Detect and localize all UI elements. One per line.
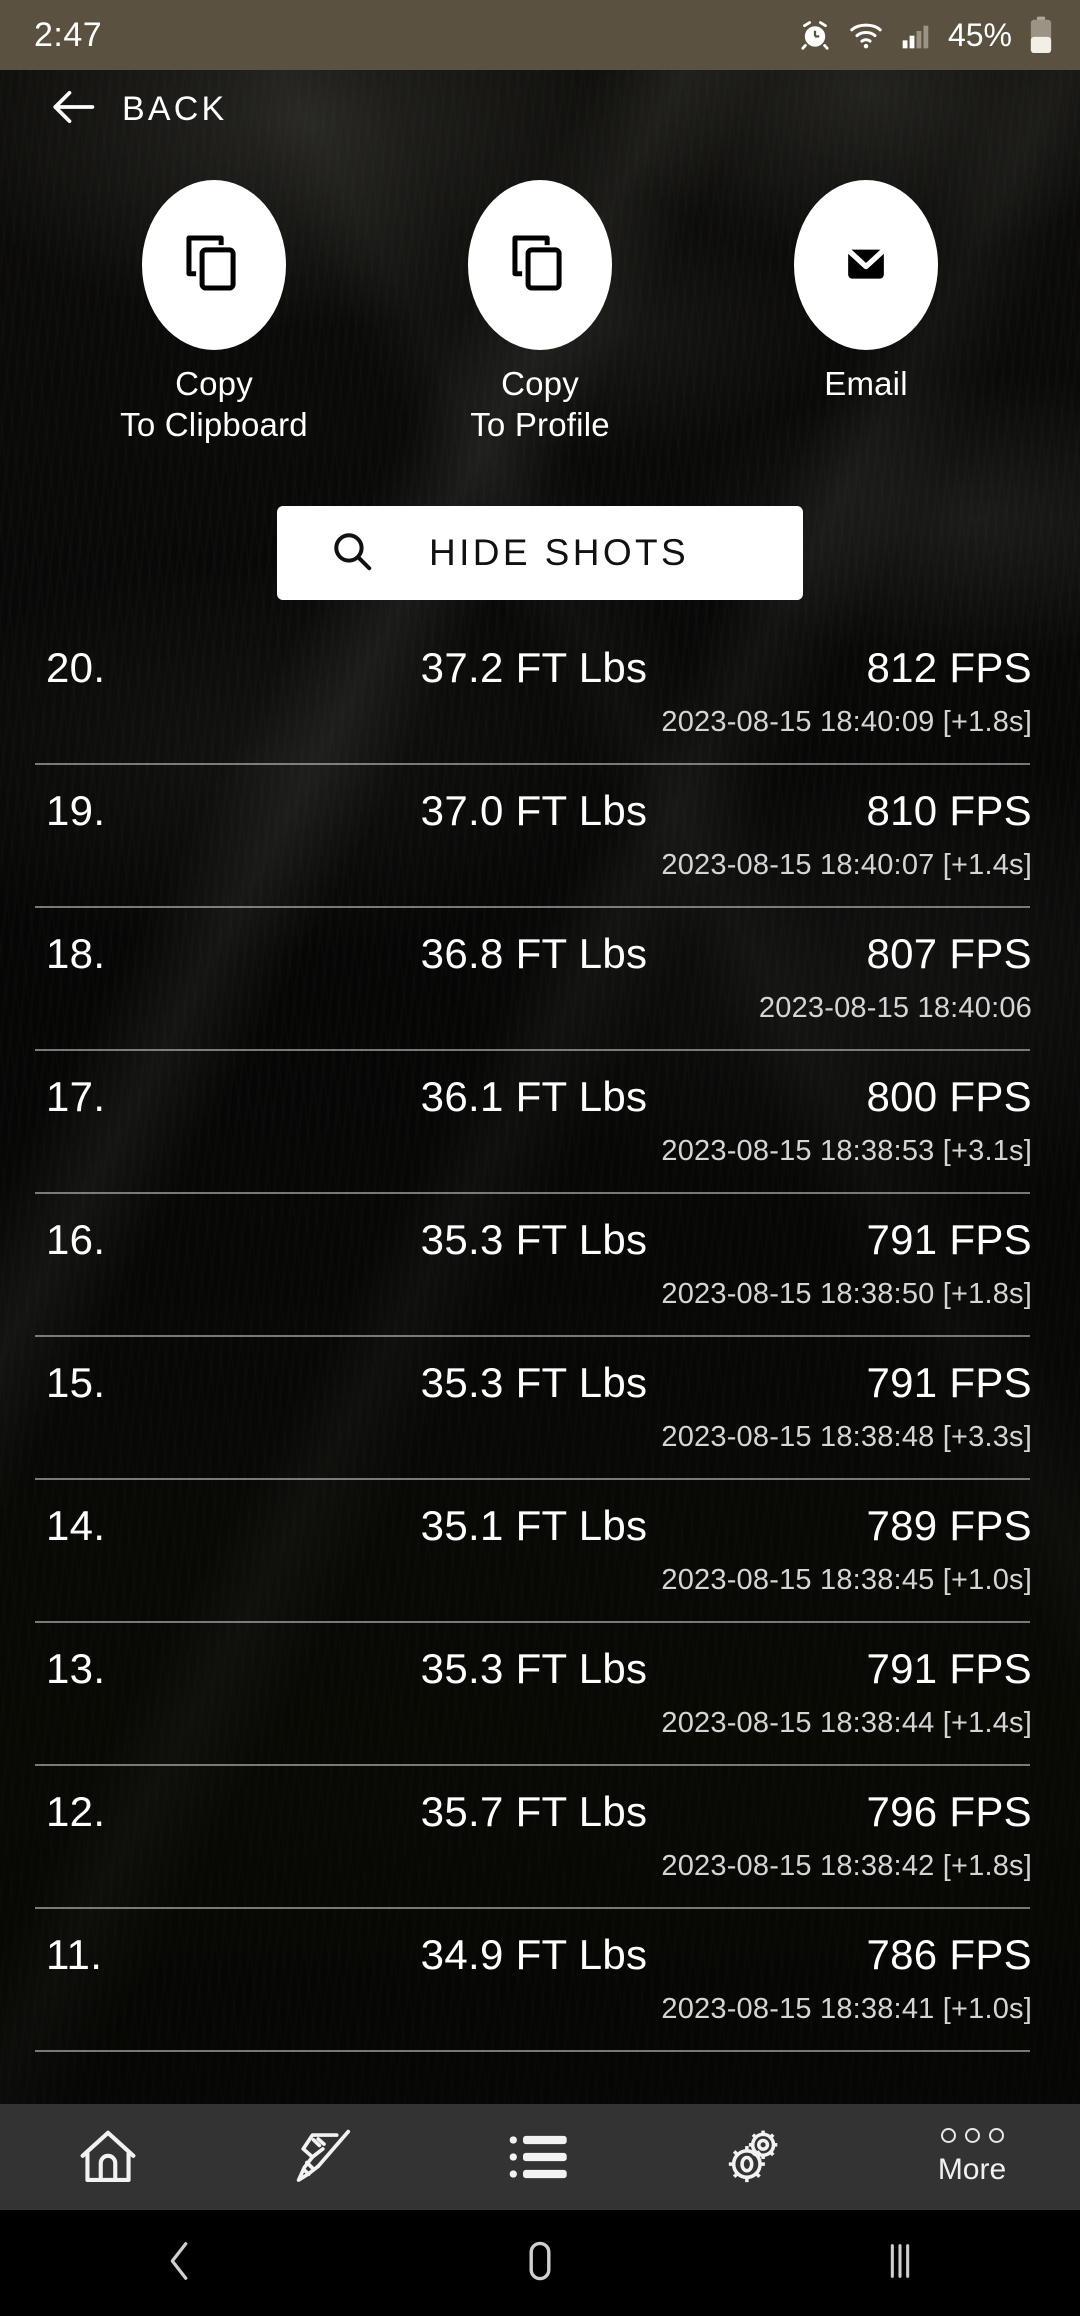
tab-more-label[interactable]: More	[938, 2153, 1006, 2187]
table-row[interactable]: 18. 36.8 FT Lbs 807 FPS 2023-08-15 18:40…	[0, 908, 1080, 1051]
android-nav-bar	[0, 2210, 1080, 2316]
envelope-icon	[837, 234, 895, 297]
shot-row-main: 20. 37.2 FT Lbs 812 FPS	[0, 644, 1080, 698]
copy-icon	[509, 232, 571, 299]
action-button-row: Copy To Clipboard Copy To Profile Email	[0, 180, 1080, 446]
shot-timestamp: 2023-08-15 18:38:50 [+1.8s]	[661, 1278, 1032, 1310]
shot-timestamp: 2023-08-15 18:40:09 [+1.8s]	[661, 706, 1032, 738]
email-button[interactable]: Email	[741, 180, 991, 446]
shot-speed: 810 FPS	[866, 787, 1032, 834]
shot-timestamp: 2023-08-15 18:38:41 [+1.0s]	[661, 1993, 1032, 2025]
arrow-left-icon[interactable]	[50, 87, 96, 132]
search-icon	[329, 528, 375, 579]
status-bar-clock: 2:47	[34, 15, 103, 54]
email-label-line1: Email	[824, 365, 908, 402]
nav-home-icon[interactable]	[519, 2237, 561, 2290]
alarm-icon	[798, 18, 832, 52]
shot-row-main: 12. 35.7 FT Lbs 796 FPS	[0, 1788, 1080, 1842]
nav-back-icon[interactable]	[159, 2238, 201, 2289]
shot-row-main: 16. 35.3 FT Lbs 791 FPS	[0, 1216, 1080, 1270]
copy-to-clipboard-label-line1: Copy	[175, 365, 253, 402]
tab-home[interactable]	[0, 2128, 216, 2186]
battery-percent-label: 45%	[947, 16, 1012, 53]
home-icon[interactable]	[75, 2128, 141, 2186]
shot-list[interactable]: 20. 37.2 FT Lbs 812 FPS 2023-08-15 18:40…	[0, 622, 1080, 2052]
battery-icon	[1028, 16, 1054, 54]
copy-icon	[183, 232, 245, 299]
shot-timestamp: 2023-08-15 18:40:06	[758, 992, 1032, 1024]
status-bar: 2:47 45%	[0, 0, 1080, 70]
rifle-icon[interactable]	[290, 2127, 358, 2187]
copy-to-clipboard-label-line2: To Clipboard	[120, 405, 308, 443]
table-row[interactable]: 19. 37.0 FT Lbs 810 FPS 2023-08-15 18:40…	[0, 765, 1080, 908]
email-circle[interactable]	[794, 180, 938, 350]
shot-speed: 800 FPS	[866, 1073, 1032, 1120]
shot-row-main: 19. 37.0 FT Lbs 810 FPS	[0, 787, 1080, 841]
table-row[interactable]: 20. 37.2 FT Lbs 812 FPS 2023-08-15 18:40…	[0, 622, 1080, 765]
tab-settings[interactable]	[648, 2126, 864, 2188]
copy-to-clipboard-button[interactable]: Copy To Clipboard	[89, 180, 339, 446]
more-dot	[964, 2127, 980, 2143]
gears-icon[interactable]	[723, 2126, 789, 2188]
shot-row-main: 11. 34.9 FT Lbs 786 FPS	[0, 1931, 1080, 1985]
shot-timestamp: 2023-08-15 18:38:48 [+3.3s]	[661, 1421, 1032, 1453]
app-screen: 2:47 45% BACK Copy To Clipboard Copy To …	[0, 0, 1080, 2316]
table-row[interactable]: 15. 35.3 FT Lbs 791 FPS 2023-08-15 18:38…	[0, 1337, 1080, 1480]
table-row[interactable]: 13. 35.3 FT Lbs 791 FPS 2023-08-15 18:38…	[0, 1623, 1080, 1766]
tab-more[interactable]: More	[864, 2127, 1080, 2187]
shot-row-main: 18. 36.8 FT Lbs 807 FPS	[0, 930, 1080, 984]
tab-rifle[interactable]	[216, 2127, 432, 2187]
shot-speed: 789 FPS	[866, 1502, 1032, 1549]
nav-home-button[interactable]	[360, 2237, 720, 2290]
nav-recents-icon[interactable]	[879, 2238, 921, 2289]
shot-timestamp: 2023-08-15 18:38:42 [+1.8s]	[661, 1850, 1032, 1882]
table-row[interactable]: 16. 35.3 FT Lbs 791 FPS 2023-08-15 18:38…	[0, 1194, 1080, 1337]
nav-back-button[interactable]	[0, 2238, 360, 2289]
shot-row-main: 15. 35.3 FT Lbs 791 FPS	[0, 1359, 1080, 1413]
signal-icon	[900, 19, 932, 51]
shot-timestamp: 2023-08-15 18:38:53 [+3.1s]	[661, 1135, 1032, 1167]
row-divider	[35, 2050, 1030, 2052]
shot-timestamp: 2023-08-15 18:38:45 [+1.0s]	[661, 1564, 1032, 1596]
copy-to-profile-button[interactable]: Copy To Profile	[415, 180, 665, 446]
copy-to-profile-label-line1: Copy	[501, 365, 579, 402]
shot-row-main: 13. 35.3 FT Lbs 791 FPS	[0, 1645, 1080, 1699]
shot-speed: 791 FPS	[866, 1359, 1032, 1406]
shot-speed: 796 FPS	[866, 1788, 1032, 1835]
list-icon[interactable]	[506, 2129, 574, 2185]
copy-to-profile-circle[interactable]	[468, 180, 612, 350]
copy-to-profile-label-line2: To Profile	[470, 405, 610, 443]
email-label: Email	[824, 364, 908, 405]
more-dot	[940, 2127, 956, 2143]
table-row[interactable]: 11. 34.9 FT Lbs 786 FPS 2023-08-15 18:38…	[0, 1909, 1080, 2052]
table-row[interactable]: 17. 36.1 FT Lbs 800 FPS 2023-08-15 18:38…	[0, 1051, 1080, 1194]
shot-row-main: 17. 36.1 FT Lbs 800 FPS	[0, 1073, 1080, 1127]
shot-speed: 807 FPS	[866, 930, 1032, 977]
back-button-label[interactable]: BACK	[122, 90, 227, 129]
hide-shots-button[interactable]: HIDE SHOTS	[277, 506, 803, 600]
shot-speed: 791 FPS	[866, 1216, 1032, 1263]
shot-speed: 812 FPS	[866, 644, 1032, 691]
more-dot	[988, 2127, 1004, 2143]
nav-recents-button[interactable]	[720, 2238, 1080, 2289]
shot-speed: 791 FPS	[866, 1645, 1032, 1692]
copy-to-clipboard-circle[interactable]	[142, 180, 286, 350]
table-row[interactable]: 14. 35.1 FT Lbs 789 FPS 2023-08-15 18:38…	[0, 1480, 1080, 1623]
table-row[interactable]: 12. 35.7 FT Lbs 796 FPS 2023-08-15 18:38…	[0, 1766, 1080, 1909]
more-dots-icon[interactable]	[940, 2127, 1004, 2143]
copy-to-profile-label: Copy To Profile	[470, 364, 610, 446]
wifi-icon	[848, 18, 884, 52]
shot-timestamp: 2023-08-15 18:38:44 [+1.4s]	[661, 1707, 1032, 1739]
back-button[interactable]: BACK	[0, 70, 1080, 148]
tab-list[interactable]	[432, 2129, 648, 2185]
shot-speed: 786 FPS	[866, 1931, 1032, 1978]
bottom-tab-bar: More	[0, 2104, 1080, 2210]
status-bar-icons: 45%	[798, 16, 1054, 54]
copy-to-clipboard-label: Copy To Clipboard	[120, 364, 308, 446]
hide-shots-label[interactable]: HIDE SHOTS	[429, 532, 689, 574]
shot-timestamp: 2023-08-15 18:40:07 [+1.4s]	[661, 849, 1032, 881]
shot-row-main: 14. 35.1 FT Lbs 789 FPS	[0, 1502, 1080, 1556]
